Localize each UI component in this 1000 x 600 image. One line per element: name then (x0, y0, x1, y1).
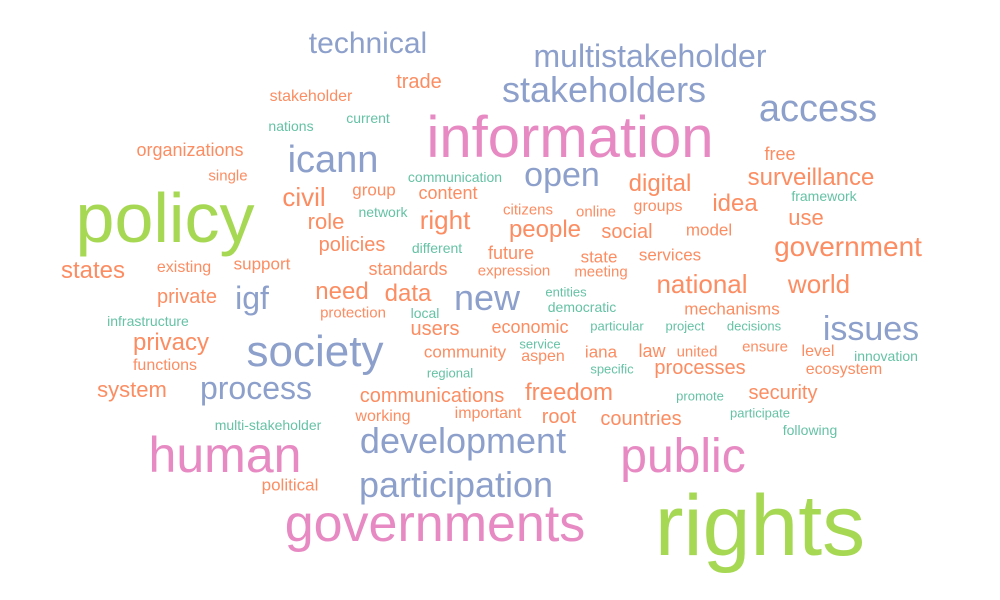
word-regional: regional (426, 365, 474, 381)
word-people: people (508, 216, 582, 243)
word-states: states (60, 257, 126, 284)
word-groups: groups (633, 198, 683, 215)
word-need: need (315, 278, 369, 305)
word-society: society (246, 327, 384, 376)
word-standards: standards (368, 259, 448, 279)
word-different: different (411, 240, 463, 256)
word-entities: entities (545, 284, 587, 300)
word-role: role (307, 209, 345, 234)
word-working: working (355, 408, 411, 425)
word-system: system (97, 377, 167, 402)
word-organizations: organizations (136, 140, 244, 160)
word-following: following (782, 422, 838, 438)
word-free: free (764, 144, 796, 164)
word-trade: trade (396, 71, 442, 93)
word-current: current (346, 110, 390, 126)
word-privacy: privacy (132, 329, 210, 356)
word-data: data (384, 280, 432, 307)
word-united: united (676, 343, 718, 361)
word-group: group (352, 180, 396, 200)
word-security: security (748, 382, 818, 404)
word-project: project (665, 318, 705, 334)
word-economic: economic (491, 317, 569, 337)
word-new: new (453, 277, 521, 318)
word-promote: promote (676, 388, 724, 404)
word-content: content (418, 183, 478, 203)
word-ensure: ensure (742, 338, 788, 356)
word-model: model (685, 220, 733, 240)
word-local: local (410, 305, 440, 321)
word-support: support (233, 254, 291, 274)
word-national: national (656, 269, 748, 299)
word-social: social (601, 221, 653, 243)
word-private: private (156, 286, 218, 308)
word-single: single (208, 167, 248, 185)
word-services: services (638, 245, 702, 265)
word-political: political (261, 475, 319, 495)
word-surveillance: surveillance (747, 164, 875, 191)
word-meeting: meeting (574, 263, 628, 281)
word-stakeholders: stakeholders (501, 69, 707, 110)
word-participation: participation (358, 464, 554, 505)
word-users: users (410, 318, 460, 340)
word-freedom: freedom (524, 379, 614, 406)
word-iana: iana (584, 342, 618, 362)
word-network: network (358, 204, 408, 220)
word-law: law (638, 341, 666, 361)
word-multistakeholder: multistakeholder (533, 38, 767, 74)
word-multi-stakeholder: multi-stakeholder (214, 417, 322, 433)
word-root: root (541, 406, 577, 428)
word-open: open (524, 156, 600, 194)
word-world: world (787, 269, 851, 299)
word-processes: processes (654, 357, 746, 379)
word-service: service (519, 336, 561, 352)
word-igf: igf (235, 280, 269, 316)
word-government: government (774, 231, 922, 262)
word-protection: protection (320, 304, 386, 322)
word-communications: communications (359, 385, 505, 407)
word-policy: policy (75, 179, 255, 257)
word-innovation: innovation (854, 348, 918, 364)
word-citizens: citizens (502, 201, 554, 219)
word-countries: countries (600, 408, 682, 430)
word-stakeholder: stakeholder (269, 88, 353, 105)
word-human: human (148, 427, 302, 483)
word-infrastructure: infrastructure (107, 313, 189, 329)
word-online: online (575, 203, 617, 221)
word-expression: expression (477, 262, 551, 280)
word-decisions: decisions (726, 318, 782, 334)
word-existing: existing (156, 259, 212, 276)
word-democratic: democratic (547, 299, 617, 315)
word-important: important (454, 405, 522, 422)
word-governments: governments (284, 495, 586, 553)
word-particular: particular (590, 318, 644, 334)
word-nations: nations (268, 118, 314, 134)
word-civil: civil (282, 182, 326, 212)
word-communication: communication (407, 169, 503, 185)
word-public: public (620, 430, 746, 483)
word-future: future (487, 243, 535, 263)
word-ecosystem: ecosystem (805, 361, 883, 378)
word-development: development (359, 420, 567, 461)
word-access: access (758, 88, 878, 130)
word-right: right (419, 205, 471, 235)
word-participate: participate (730, 405, 790, 421)
word-policies: policies (318, 234, 386, 256)
word-process: process (199, 370, 313, 406)
word-rights: rights (654, 478, 866, 574)
word-functions: functions (132, 357, 198, 374)
word-level: level (801, 343, 835, 360)
word-use: use (788, 205, 824, 230)
word-cloud: rights policy information governments human p… (0, 0, 1000, 600)
word-framework: framework (791, 188, 857, 204)
word-mechanisms: mechanisms (684, 299, 780, 319)
word-idea: idea (712, 190, 758, 217)
word-digital: digital (628, 170, 692, 197)
word-icann: icann (287, 139, 379, 181)
word-specific: specific (590, 361, 634, 377)
word-community: community (423, 342, 507, 362)
word-issues: issues (822, 310, 920, 348)
word-technical: technical (308, 27, 428, 60)
